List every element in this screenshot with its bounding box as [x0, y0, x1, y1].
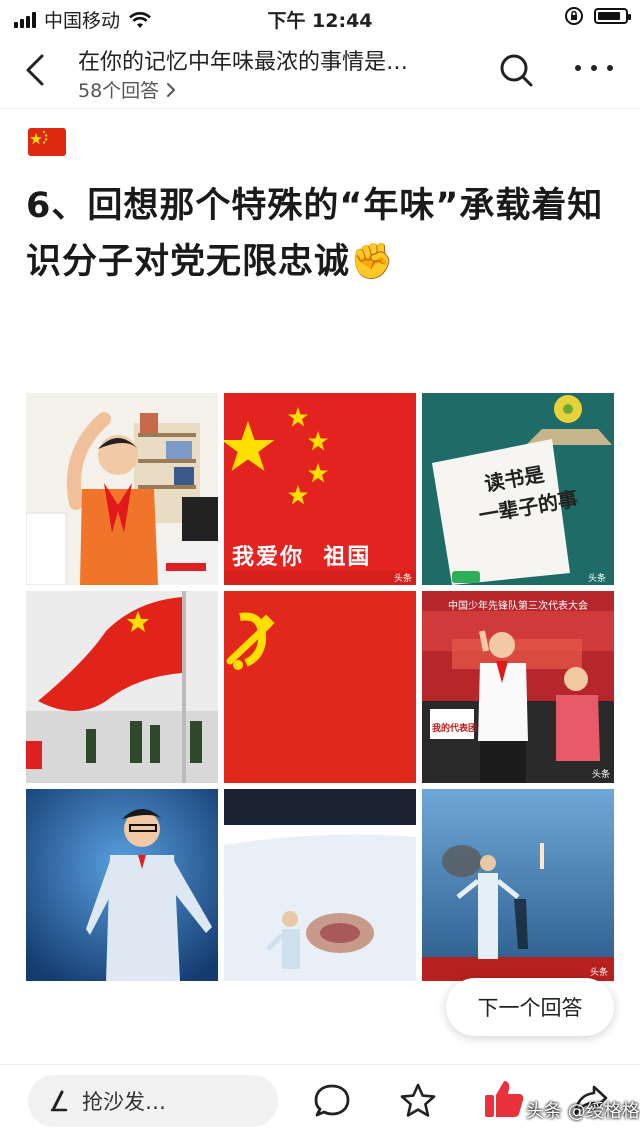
status-bar: 中国移动 下午 12:44 — [0, 0, 640, 36]
image-source-label: 头条 — [587, 574, 606, 584]
more-icon[interactable] — [572, 58, 616, 78]
lock-rotation-icon — [565, 7, 583, 25]
china-flag-emoji — [28, 128, 66, 156]
battery-icon — [594, 8, 631, 24]
rocket-scene — [422, 789, 614, 981]
image-national-flag[interactable]: 我爱你 祖国 头条 — [224, 393, 416, 585]
watermark-text: 头条 @绶格格 — [526, 1101, 640, 1122]
image-party-flag[interactable] — [224, 591, 416, 783]
image-pioneer-salute[interactable] — [26, 393, 218, 585]
comment-input[interactable]: 抢沙发… — [28, 1075, 278, 1127]
congress-illustration — [422, 611, 614, 783]
back-icon[interactable] — [18, 50, 54, 90]
image-book[interactable]: 读书是 一辈子的事 头条 — [422, 393, 614, 585]
search-icon[interactable] — [496, 50, 536, 90]
star-icon[interactable] — [398, 1081, 438, 1121]
like-icon[interactable] — [482, 1077, 526, 1121]
image-pioneer-congress[interactable]: 中国少年先锋队第三次代表大会 我的代表团 头条 — [422, 591, 614, 783]
image-source-label: 头条 — [393, 574, 412, 584]
answer-headline: 6、回想那个特殊的“年味”承载着知识分子对党无限忠诚✊ — [26, 186, 604, 282]
image-performer-moon[interactable] — [224, 789, 416, 981]
image-performer-stage[interactable] — [26, 789, 218, 981]
question-header: 在你的记忆中年味最浓的事情是… 58个回答 — [0, 36, 640, 109]
image-performer-rocket[interactable]: 头条 — [422, 789, 614, 981]
answer-count: 58个回答 — [78, 80, 160, 102]
chevron-right-icon — [167, 82, 176, 97]
image-grid: 我爱你 祖国 头条 读书是 一辈子的事 头条 中国少年先锋队第三次代表大会 我的… — [26, 393, 614, 981]
pen-icon — [50, 1090, 68, 1112]
image-caption: 我爱你 祖国 — [232, 544, 372, 570]
comment-icon[interactable] — [312, 1081, 352, 1121]
answer-count-link[interactable]: 58个回答 — [78, 76, 177, 103]
image-source-label: 头条 — [589, 968, 608, 978]
question-title[interactable]: 在你的记忆中年味最浓的事情是… — [78, 44, 408, 76]
clock: 下午 12:44 — [267, 10, 373, 32]
delegation-sign: 我的代表团 — [432, 724, 478, 734]
image-flag-raising[interactable] — [26, 591, 218, 783]
comment-placeholder: 抢沙发… — [82, 1090, 166, 1114]
image-source-label: 头条 — [591, 770, 610, 780]
next-answer-button[interactable]: 下一个回答 — [446, 978, 614, 1036]
